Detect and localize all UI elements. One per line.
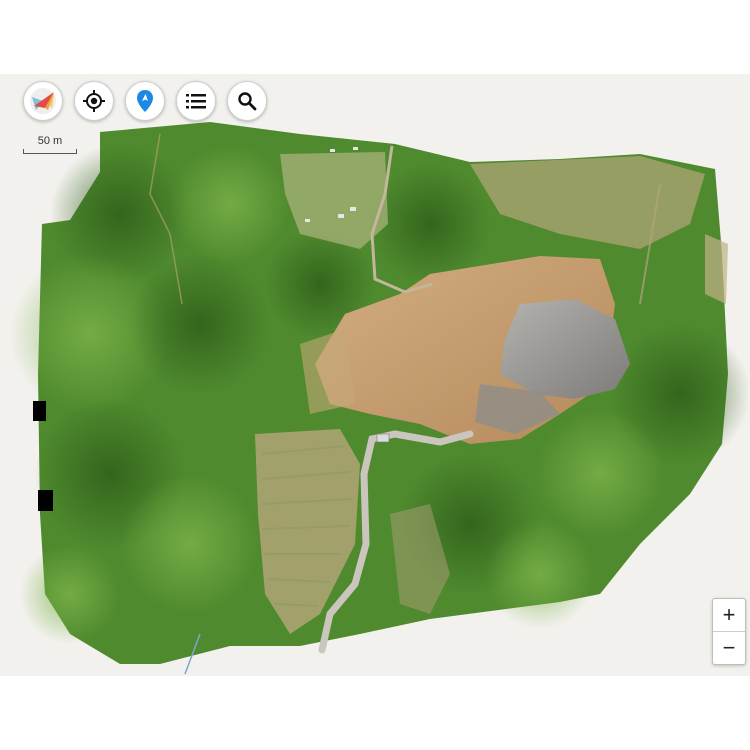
zoom-control: + − bbox=[712, 598, 746, 665]
scale-line bbox=[23, 149, 77, 154]
zoom-out-button[interactable]: − bbox=[713, 631, 745, 664]
map-viewport[interactable]: 50 m + − bbox=[0, 74, 750, 676]
building-marker bbox=[376, 433, 390, 443]
compass-icon bbox=[30, 88, 56, 114]
map-pin-icon bbox=[137, 90, 153, 112]
search-icon bbox=[238, 92, 257, 111]
map-toolbar bbox=[23, 81, 267, 121]
data-gap bbox=[38, 490, 53, 511]
scale-label: 50 m bbox=[37, 135, 63, 147]
locate-icon bbox=[83, 90, 105, 112]
compass-button[interactable] bbox=[23, 81, 63, 121]
scale-bar: 50 m bbox=[23, 135, 77, 154]
marker-button[interactable] bbox=[125, 81, 165, 121]
layers-list-button[interactable] bbox=[176, 81, 216, 121]
search-button[interactable] bbox=[227, 81, 267, 121]
data-gap bbox=[33, 401, 46, 421]
layers-list-icon bbox=[186, 94, 206, 109]
locate-button[interactable] bbox=[74, 81, 114, 121]
orthophoto-map[interactable] bbox=[0, 74, 750, 676]
zoom-in-button[interactable]: + bbox=[713, 599, 745, 631]
